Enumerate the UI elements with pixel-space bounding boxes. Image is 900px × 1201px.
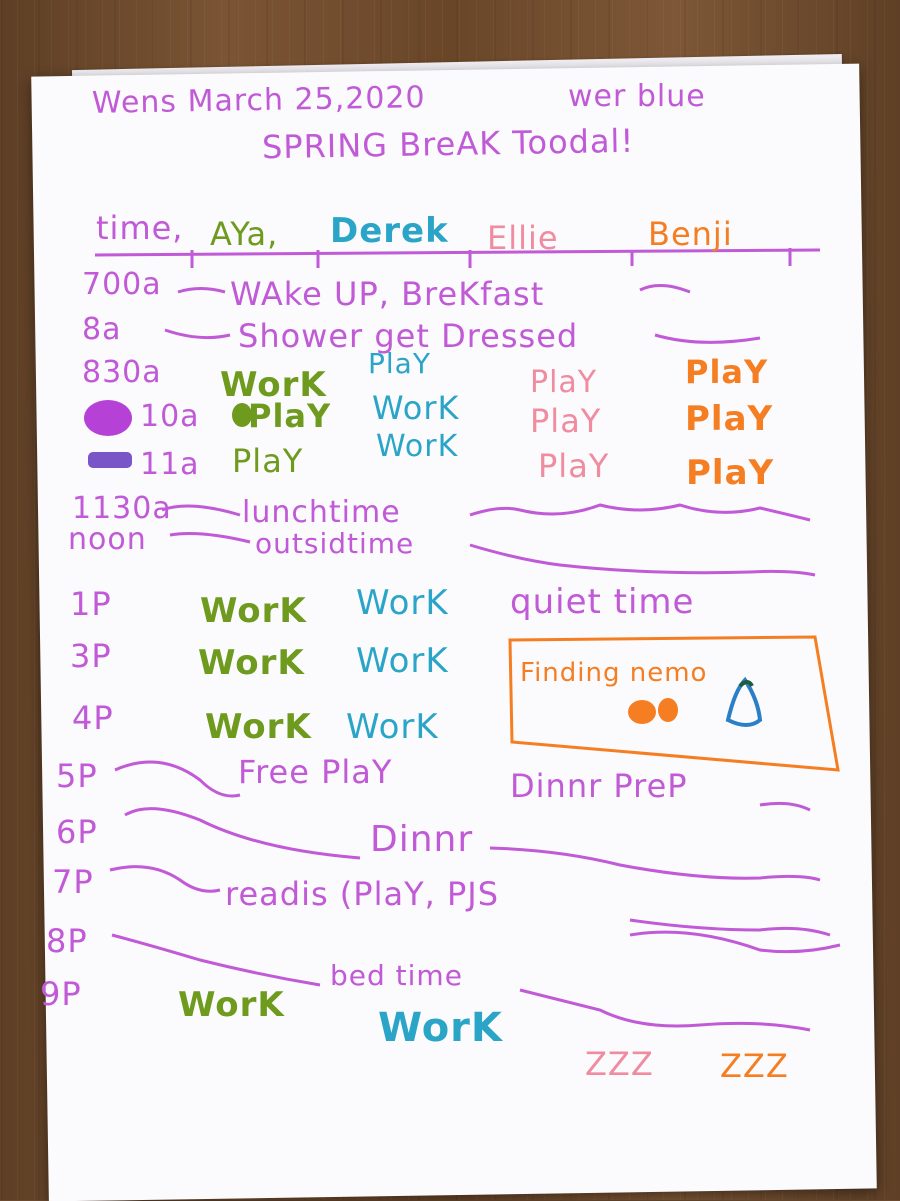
time-1p: 1P	[70, 585, 112, 623]
activity-6p: Dinnr	[370, 819, 474, 860]
activity-5p-dinner-prep: Dinnr PreP	[510, 767, 688, 805]
col-derek: Derek	[330, 211, 449, 251]
ellie-10a: PlaY	[530, 402, 602, 440]
ellie-830a: PlaY	[530, 365, 598, 400]
activity-5p: Free PlaY	[238, 753, 393, 791]
derek-3p: WorK	[356, 641, 449, 681]
derek-4p: WorK	[346, 707, 439, 747]
col-aya: AYa,	[210, 215, 279, 253]
time-8p: 8P	[46, 922, 88, 960]
col-ellie: Ellie	[487, 219, 559, 257]
derek-9p: WorK	[378, 1005, 503, 1051]
time-7p: 7P	[52, 863, 94, 901]
aya-1p: WorK	[200, 591, 307, 631]
col-benji: Benji	[648, 215, 733, 253]
aya-9p: WorK	[178, 985, 285, 1025]
ellie-9p: ZZZ	[585, 1045, 654, 1083]
derek-1p: WorK	[356, 583, 449, 623]
derek-10a: WorK	[372, 389, 460, 427]
benji-11a: PlaY	[686, 453, 775, 493]
time-5p: 5P	[56, 757, 98, 795]
ellie-11a: PlaY	[538, 447, 610, 485]
time-9p: 9P	[40, 975, 82, 1013]
time-700a: 700a	[82, 267, 162, 302]
time-3p: 3P	[70, 637, 112, 675]
activity-700a: WAke UP, BreKfast	[230, 275, 545, 313]
time-6p: 6P	[56, 813, 98, 851]
aya-4p: WorK	[205, 707, 312, 747]
time-10a: 10a	[140, 399, 200, 434]
benji-10a: PlaY	[685, 399, 774, 439]
time-noon: noon	[68, 522, 147, 557]
aya-11a: PlaY	[232, 442, 304, 480]
time-830a: 830a	[82, 355, 162, 390]
header-date: Wens March 25,2020	[91, 80, 426, 121]
activity-7p: readis (PlaY, PJS	[225, 875, 500, 913]
col-time: time,	[96, 209, 184, 247]
derek-11a: WorK	[376, 429, 459, 464]
aya-3p: WorK	[198, 643, 305, 683]
time-4p: 4P	[72, 699, 114, 737]
time-8a: 8a	[82, 312, 122, 347]
derek-830a: PlaY	[368, 347, 431, 380]
activity-9p: bed time	[330, 959, 463, 992]
activity-1130a: lunchtime	[242, 495, 401, 530]
activity-noon: outsidtime	[255, 527, 415, 560]
nemo-title: Finding nemo	[520, 658, 708, 688]
time-1130a: 1130a	[72, 491, 172, 526]
time-11a: 11a	[140, 447, 200, 482]
benji-830a: PlaY	[685, 353, 769, 391]
header-subtitle: SPRING BreAK Toodal!	[261, 121, 635, 167]
activity-1p: quiet time	[510, 582, 695, 622]
header-note: wer blue	[568, 79, 706, 114]
benji-9p: ZZZ	[720, 1047, 789, 1085]
aya-10a: PlaY	[248, 397, 332, 435]
